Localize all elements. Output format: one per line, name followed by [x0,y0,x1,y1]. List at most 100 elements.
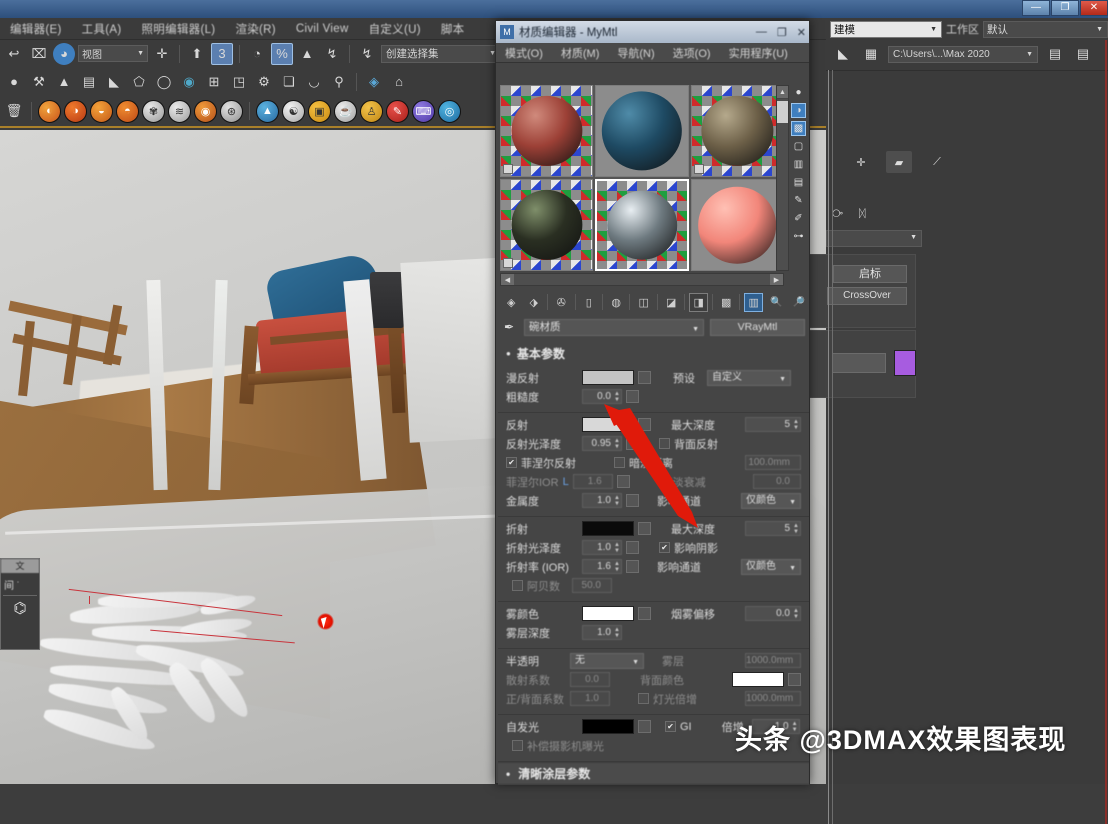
refract-map-button[interactable] [638,522,651,535]
minimize-button[interactable]: — [1022,0,1050,16]
reset-map-icon[interactable]: ✇ [552,293,571,312]
modify-tab[interactable]: ▰ [886,151,912,173]
show-end-result-icon[interactable]: ◪ [662,293,681,312]
show-shaded-icon[interactable]: ◫ [634,293,653,312]
menu-item-civil-view[interactable]: Civil View [286,23,359,35]
reflect-affect-channels-dropdown[interactable]: 仅颜色 ▼ [741,493,801,509]
fog-depth-spinner[interactable]: 1.0 ▲▼ [582,625,622,640]
panel-scroll-strip[interactable] [1105,40,1107,824]
thickness-spinner[interactable]: 1000.0mm [745,691,801,706]
refract-max-depth-spinner[interactable]: 5 ▲▼ [745,521,801,536]
make-preview-icon[interactable]: ▤ [791,175,806,190]
menu-item-editor[interactable]: 编辑器(E) [0,21,72,37]
workspace-selector[interactable]: 建模 ▼ [830,21,942,38]
plugin-gray-4-icon[interactable]: ⊛ [220,100,243,123]
reflect-map-button[interactable] [638,418,651,431]
reference-coord-icon[interactable]: 3 [211,43,233,65]
reflect-color-swatch[interactable] [582,417,634,432]
viewport-config-icon[interactable]: ⊞ [203,71,225,93]
me-menu-material[interactable]: 材质(M) [552,45,609,61]
go-to-parent-icon[interactable]: ◨ [689,293,708,312]
crossover-field[interactable]: CrossOver [827,287,907,305]
trash-icon[interactable]: 🗑 [3,100,25,122]
render-production-icon[interactable]: ◳ [228,71,250,93]
plugin-orange-1-icon[interactable]: ◐ [38,100,61,123]
reflect-gloss-map-button[interactable] [626,437,639,450]
fog-bias-spinner[interactable]: 0.0 ▲▼ [745,606,801,621]
render-frame-icon[interactable]: ◉ [178,71,200,93]
selection-filter-combo[interactable]: 视图 ▼ [78,45,148,62]
slot-1[interactable] [500,85,593,177]
spinner-arrows-icon[interactable]: ▲▼ [614,561,620,573]
affect-shadows-checkbox[interactable]: ✔ [659,542,670,553]
scroll-right-icon[interactable]: ▶ [770,274,783,285]
plugin-gray-2-icon[interactable]: ≋ [168,100,191,123]
thickness-checkbox[interactable] [638,693,649,704]
color-slider[interactable] [832,353,886,373]
translucency-dropdown[interactable]: 无 ▼ [570,653,644,669]
options-icon[interactable]: ✎ [791,193,806,208]
dim-distance-checkbox[interactable] [614,457,625,468]
schematic-view-icon[interactable]: ◣ [103,71,125,93]
angle-snap-icon[interactable]: % [271,43,293,65]
metalness-spinner[interactable]: 1.0 ▲▼ [582,493,622,508]
teapot-icon[interactable]: ⌬ [1,599,39,617]
select-by-material-icon[interactable]: ✐ [791,211,806,226]
zoom-in-icon[interactable]: 🔍 [767,293,786,312]
spinner-arrows-icon[interactable]: ▲▼ [793,419,799,431]
plugin-orange-3-icon[interactable]: ◒ [90,100,113,123]
spinner-arrows-icon[interactable]: ▲▼ [614,542,620,554]
eyedropper-icon[interactable]: ✒ [500,318,518,336]
gi-checkbox[interactable]: ✔ [665,721,676,732]
snap-3-icon[interactable]: ◔ [246,43,268,65]
percent-snap-icon[interactable]: ▲ [296,43,318,65]
sheen-rollout-header[interactable]: • 光泽层参数 [498,784,809,785]
named-selection-icon[interactable]: ↯ [356,43,378,65]
refract-gloss-spinner[interactable]: 1.0 ▲▼ [582,540,622,555]
reflect-max-depth-spinner[interactable]: 5 ▲▼ [745,417,801,432]
plugin-duck-icon[interactable]: ♙ [360,100,383,123]
compensate-exposure-checkbox[interactable] [512,740,523,751]
slot-4[interactable] [500,179,593,271]
slots-horizontal-scrollbar[interactable]: ◀ ▶ [500,273,784,286]
material-editor-icon[interactable]: ⬠ [128,71,150,93]
menu-item-customize[interactable]: 自定义(U) [359,21,431,37]
material-name-input[interactable]: 碗材质 ▼ [524,319,704,336]
render-settings-icon[interactable]: ⚙ [253,71,275,93]
slot-5[interactable] [595,179,688,271]
material-id-icon[interactable]: ⊶ [791,229,806,244]
metalness-map-button[interactable] [626,494,639,507]
roughness-spinner[interactable]: 0.0 ▲▼ [582,389,622,404]
menu-item-lighting-editor[interactable]: 照明编辑器(L) [131,21,225,37]
named-selection-set-combo[interactable]: 创建选择集 ▼ [381,45,501,63]
me-menu-options[interactable]: 选项(O) [664,45,720,61]
me-menu-mode[interactable]: 模式(O) [496,45,552,61]
plugin-gray-3-icon[interactable]: ◉ [194,100,217,123]
get-material-icon[interactable]: ◈ [502,293,521,312]
scene-converter-icon[interactable]: ⌂ [388,71,410,93]
create-tab[interactable]: ✛ [848,151,874,173]
link-icon[interactable]: ⌧ [28,43,50,65]
background-icon[interactable]: ▩ [791,121,806,136]
scene-file-combo[interactable]: C:\Users\...\Max 2020 ▼ [888,46,1038,63]
plugin-blue-icon[interactable]: ▲ [256,100,279,123]
spinner-arrows-icon[interactable]: ▲▼ [614,495,620,507]
plugin-red-icon[interactable]: ✎ [386,100,409,123]
sample-uv-tiling-icon[interactable]: ▢ [791,139,806,154]
fresnel-ior-spinner[interactable]: 1.6 [573,474,613,489]
self-illum-color-swatch[interactable] [582,719,634,734]
vray-logo-icon[interactable]: ◣ [832,43,854,65]
go-forward-icon[interactable]: ▩ [717,293,736,312]
plugin-orange-2-icon[interactable]: ◑ [64,100,87,123]
slot-6[interactable] [691,179,784,271]
diffuse-color-swatch[interactable] [582,370,634,385]
grid-icon[interactable]: ▦ [860,43,882,65]
select-by-name-icon[interactable]: ✛ [151,43,173,65]
fresnel-ior-lock-icon[interactable]: L [563,476,569,488]
fog-layer-spinner[interactable]: 1000.0mm [745,653,801,668]
fwd-back-coeff-spinner[interactable]: 1.0 [570,691,610,706]
clearcoat-rollout-header[interactable]: • 清晰涂层参数 [498,762,809,784]
curve-editor-icon[interactable]: ▤ [78,71,100,93]
me-maximize-button[interactable]: ❐ [777,26,787,39]
utilities-tab[interactable]: ⟋ [924,151,950,173]
